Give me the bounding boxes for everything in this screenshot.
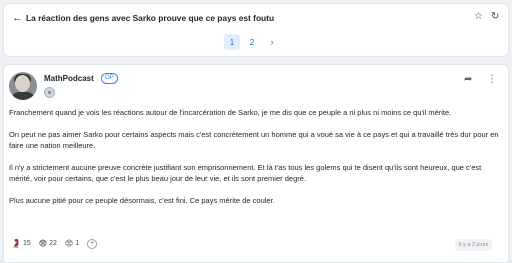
avatar-body	[11, 92, 35, 100]
op-badge: OP	[101, 73, 118, 84]
post-body: Franchement quand je vois les réactions …	[9, 107, 504, 217]
reaction-count: 1	[75, 240, 80, 247]
author-name[interactable]: MathPodcast	[44, 73, 94, 84]
post-paragraph: Il n'y a strictement aucune preuve concr…	[9, 163, 482, 183]
avatar-face	[15, 75, 30, 92]
angry-emoji-icon: 😡	[64, 239, 74, 248]
pagination: 1 2 ›	[224, 34, 280, 50]
reaction-pregnant[interactable]: 🤰 15	[11, 239, 31, 249]
pregnant-emoji-icon: 🤰	[11, 239, 21, 248]
post-timestamp: il y a 2 jours	[455, 239, 493, 251]
star-icon[interactable]: ☆	[474, 10, 483, 24]
reaction-fearful[interactable]: 😨 22	[39, 239, 57, 249]
fearful-emoji-icon: 😨	[38, 239, 48, 248]
post-card: MathPodcast OP ➦ ⋮ Franchement quand je …	[3, 64, 509, 263]
post-paragraph: On peut ne pas aimer Sarko pour certains…	[9, 130, 499, 150]
user-badge-icon	[44, 87, 55, 98]
thread-header: ← La réaction des gens avec Sarko prouve…	[3, 3, 509, 57]
reaction-count: 15	[22, 240, 31, 247]
add-reaction-icon[interactable]: +	[87, 239, 98, 249]
reaction-angry[interactable]: 😡 1	[65, 239, 79, 249]
thread-title: La réaction des gens avec Sarko prouve q…	[26, 13, 275, 23]
reaction-count: 22	[49, 240, 57, 247]
page-button-1[interactable]: 1	[224, 34, 240, 50]
post-paragraph: Plus aucune pitié pour ce peuple désorma…	[9, 196, 275, 205]
next-page-icon[interactable]: ›	[264, 34, 280, 50]
page-button-2[interactable]: 2	[244, 34, 260, 50]
reactions-bar: 🤰 15 😨 22 😡 1 +	[11, 239, 98, 249]
share-icon[interactable]: ➦	[464, 74, 472, 86]
more-options-icon[interactable]: ⋮	[487, 74, 497, 86]
refresh-icon[interactable]: ↻	[491, 10, 499, 24]
back-arrow-icon[interactable]: ←	[12, 11, 23, 25]
post-paragraph: Franchement quand je vois les réactions …	[9, 108, 452, 117]
avatar[interactable]	[9, 72, 37, 100]
